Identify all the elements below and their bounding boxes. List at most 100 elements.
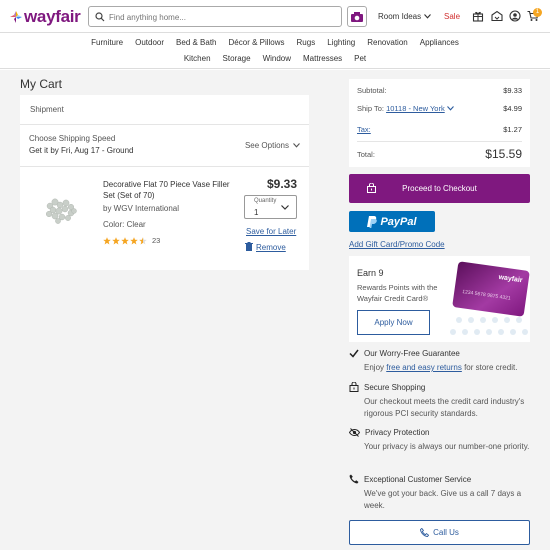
star-icon	[130, 236, 138, 244]
cart-item: Decorative Flat 70 Piece Vase Filler Set…	[20, 167, 309, 270]
lock-icon	[349, 382, 359, 392]
subtotal-label: Subtotal:	[357, 86, 387, 95]
see-options-label: See Options	[244, 141, 289, 150]
product-image[interactable]	[41, 192, 81, 228]
visual-search-button[interactable]	[347, 6, 367, 27]
camera-icon	[351, 11, 363, 22]
search-input[interactable]	[109, 10, 334, 24]
account-icon[interactable]	[509, 10, 521, 22]
ship-to-row: Ship To: 10118 - New York $4.99	[357, 104, 522, 113]
page-title: My Cart	[20, 77, 62, 91]
gift-icon[interactable]	[472, 10, 484, 22]
logo-text: wayfair	[24, 7, 81, 26]
checkout-label: Proceed to Checkout	[402, 184, 477, 193]
nav-item[interactable]: Furniture	[85, 38, 129, 47]
tax-value: $1.27	[503, 125, 522, 134]
phone-icon	[349, 474, 359, 484]
star-icon	[121, 236, 129, 244]
earn-points-title: Earn 9	[357, 268, 384, 278]
decorative-pattern	[450, 317, 528, 335]
ship-to-zip-link[interactable]: 10118 - New York	[386, 104, 445, 113]
nav-item[interactable]: Storage	[217, 54, 257, 63]
customer-service-feature: Exceptional Customer Service We've got y…	[349, 474, 530, 512]
guarantee-title: Our Worry-Free Guarantee	[364, 349, 460, 358]
remove-link[interactable]: Remove	[256, 243, 286, 252]
product-name-link[interactable]: Decorative Flat 70 Piece Vase Filler Set…	[103, 179, 238, 201]
free-returns-link[interactable]: free and easy returns	[386, 363, 462, 372]
customer-service-title: Exceptional Customer Service	[364, 474, 472, 484]
see-options-button[interactable]: See Options	[245, 141, 300, 150]
tax-row: Tax: $1.27	[357, 125, 522, 142]
card-logo: wayfair	[498, 273, 523, 285]
trash-icon[interactable]	[245, 242, 253, 251]
cart-page: My Cart Shipment Choose Shipping Speed G…	[0, 70, 550, 550]
search-box[interactable]	[88, 6, 342, 27]
search-icon	[95, 12, 105, 22]
room-ideas-menu[interactable]: Room Ideas	[378, 12, 432, 21]
nav-item[interactable]: Appliances	[414, 38, 465, 47]
nav-item[interactable]: Décor & Pillows	[223, 38, 291, 47]
pinwheel-icon	[10, 11, 22, 23]
quantity-select[interactable]: Quantity 1	[244, 195, 297, 219]
total-value: $15.59	[485, 147, 522, 161]
nav-item[interactable]: Mattresses	[297, 54, 348, 63]
shipment-header: Shipment	[20, 95, 309, 125]
call-us-button[interactable]: Call Us	[349, 520, 530, 545]
tax-label-link[interactable]: Tax:	[357, 125, 371, 134]
quantity-value: 1	[254, 208, 259, 217]
star-rating[interactable]: 23	[103, 236, 160, 245]
star-icon	[103, 236, 111, 244]
secure-shopping-feature: Secure Shopping Our checkout meets the c…	[349, 382, 530, 420]
shipment-card: Shipment Choose Shipping Speed Get it by…	[20, 95, 309, 270]
credit-card-promo: Earn 9 Rewards Points with the Wayfair C…	[349, 256, 530, 342]
nav-item[interactable]: Pet	[348, 54, 372, 63]
room-ideas-label: Room Ideas	[378, 12, 422, 21]
star-icon	[112, 236, 120, 244]
proceed-to-checkout-button[interactable]: Proceed to Checkout	[349, 174, 530, 203]
privacy-title: Privacy Protection	[365, 428, 430, 437]
call-us-label: Call Us	[433, 528, 459, 537]
quantity-label: Quantity	[254, 198, 277, 204]
shipping-value: $4.99	[503, 104, 522, 113]
ship-to-label: Ship To:	[357, 104, 384, 113]
total-row: Total: $15.59	[357, 147, 522, 161]
lock-icon	[367, 183, 376, 193]
shipping-speed-row: Choose Shipping Speed Get it by Fri, Aug…	[20, 125, 309, 167]
save-for-later-link[interactable]: Save for Later	[246, 227, 296, 236]
gift-card-promo-link[interactable]: Add Gift Card/Promo Code	[349, 240, 445, 249]
item-price: $9.33	[266, 177, 297, 191]
nav-item[interactable]: Window	[257, 54, 297, 63]
privacy-feature: Privacy Protection Your privacy is alway…	[349, 428, 530, 453]
chevron-down-icon	[281, 205, 289, 210]
rewards-text: Rewards Points with the Wayfair Credit C…	[357, 283, 438, 303]
chevron-down-icon	[424, 14, 432, 19]
sale-link[interactable]: Sale	[444, 12, 460, 21]
privacy-body: Your privacy is always our number-one pr…	[364, 442, 530, 451]
wayfair-logo[interactable]: wayfair	[10, 7, 81, 27]
lists-icon[interactable]	[491, 10, 503, 22]
category-nav: Furniture Outdoor Bed & Bath Décor & Pillow…	[0, 33, 550, 69]
review-count: 23	[152, 236, 161, 245]
customer-service-body: We've got your back. Give us a call 7 da…	[364, 489, 522, 510]
order-summary: Subtotal: $9.33 Ship To: 10118 - New Yor…	[349, 79, 530, 167]
total-label: Total:	[357, 149, 375, 159]
apply-now-button[interactable]: Apply Now	[357, 310, 430, 335]
ship-to: Ship To: 10118 - New York	[357, 104, 454, 113]
product-color: Color: Clear	[103, 220, 146, 229]
category-nav-row-1: Furniture Outdoor Bed & Bath Décor & Pillow…	[0, 38, 550, 47]
credit-card-image: wayfair 1234 5678 9875 4321	[452, 261, 530, 317]
guarantee-body-pre: Enjoy	[364, 363, 387, 372]
chevron-down-icon[interactable]	[446, 106, 454, 111]
nav-item[interactable]: Renovation	[361, 38, 413, 47]
nav-item[interactable]: Lighting	[321, 38, 361, 47]
nav-item[interactable]: Rugs	[291, 38, 322, 47]
subtotal-value: $9.33	[503, 86, 522, 95]
star-icon	[139, 236, 147, 244]
guarantee-body: Enjoy free and easy returns for store cr…	[364, 362, 530, 374]
nav-item[interactable]: Outdoor	[129, 38, 170, 47]
nav-item[interactable]: Bed & Bath	[170, 38, 222, 47]
top-header: wayfair Room Ideas Sale 1	[0, 0, 550, 33]
nav-item[interactable]: Kitchen	[178, 54, 217, 63]
secure-shopping-body: Our checkout meets the credit card indus…	[364, 397, 525, 418]
paypal-button[interactable]: PayPal	[349, 211, 435, 232]
